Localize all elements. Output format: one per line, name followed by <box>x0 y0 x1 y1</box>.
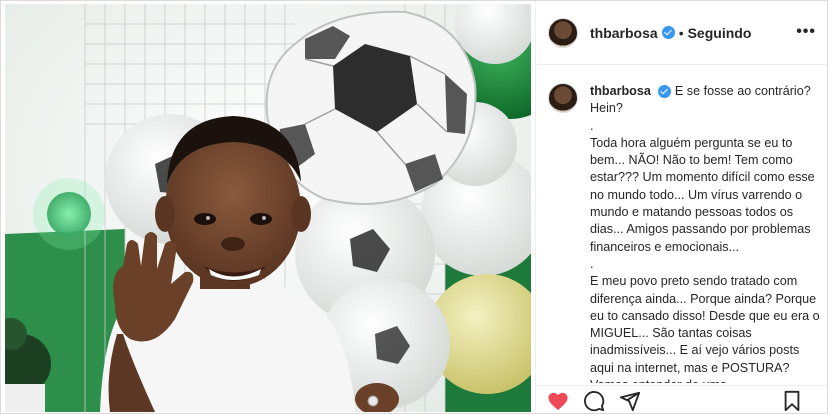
more-options-icon[interactable]: ••• <box>796 23 816 41</box>
caption-line: . <box>590 118 594 133</box>
post-photo[interactable] <box>5 4 531 412</box>
caption-avatar[interactable] <box>548 83 578 113</box>
header-separator: • <box>678 24 684 41</box>
post-side-panel: thbarbosa • Seguindo ••• thbarbosa E se … <box>535 1 827 413</box>
heart-icon[interactable] <box>546 389 570 413</box>
caption-line: Toda hora alguém pergunta se eu to bem..… <box>590 135 819 254</box>
comment-icon[interactable] <box>582 389 606 413</box>
verified-badge-icon <box>661 26 675 39</box>
post-actions <box>536 385 827 413</box>
avatar[interactable] <box>548 17 578 48</box>
instagram-post: thbarbosa • Seguindo ••• thbarbosa E se … <box>0 0 828 414</box>
caption-username[interactable]: thbarbosa <box>590 84 651 98</box>
caption-text: thbarbosa E se fosse ao contrário? Hein?… <box>590 83 822 383</box>
share-icon[interactable] <box>618 389 642 413</box>
header-username[interactable]: thbarbosa <box>590 25 658 41</box>
post-header: thbarbosa • Seguindo ••• <box>536 1 827 65</box>
following-button[interactable]: Seguindo <box>688 25 752 41</box>
photo-illustration <box>5 4 531 412</box>
caption-line: . <box>590 256 594 271</box>
caption-verified-badge-icon <box>658 85 672 99</box>
bookmark-icon[interactable] <box>780 389 804 413</box>
post-caption: thbarbosa E se fosse ao contrário? Hein?… <box>548 83 824 383</box>
caption-line-1: thbarbosa E se fosse ao contrário? Hein? <box>590 83 822 118</box>
caption-line: E meu povo preto sendo tratado com difer… <box>590 274 820 383</box>
